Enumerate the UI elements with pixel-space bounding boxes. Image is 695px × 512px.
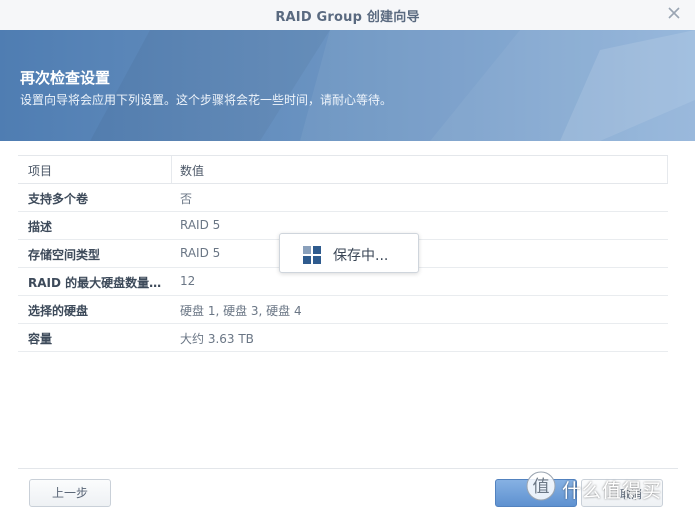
table-row[interactable]: 支持多个卷 否 bbox=[18, 184, 668, 212]
previous-button[interactable]: 上一步 bbox=[29, 479, 111, 507]
column-header-item[interactable]: 项目 bbox=[28, 162, 52, 179]
column-divider bbox=[667, 156, 668, 183]
saving-popup: 保存中... bbox=[279, 233, 419, 273]
table-row[interactable]: 容量 大约 3.63 TB bbox=[18, 324, 668, 352]
row-key: 选择的硬盘 bbox=[28, 304, 89, 318]
close-icon[interactable] bbox=[665, 4, 683, 22]
row-value: 大约 3.63 TB bbox=[180, 332, 254, 346]
row-value: RAID 5 bbox=[180, 218, 221, 232]
saving-text: 保存中... bbox=[333, 248, 389, 264]
row-key: 容量 bbox=[28, 332, 53, 346]
column-divider bbox=[171, 156, 172, 183]
row-key: 支持多个卷 bbox=[28, 192, 89, 206]
page-heading: 再次检查设置 bbox=[20, 69, 111, 87]
window-title: RAID Group 创建向导 bbox=[275, 10, 420, 25]
row-key: RAID 的最大硬盘数量… bbox=[28, 276, 162, 290]
watermark-logo-icon: 值 bbox=[526, 471, 556, 501]
row-value: 硬盘 1, 硬盘 3, 硬盘 4 bbox=[180, 304, 302, 318]
svg-text:值: 值 bbox=[533, 477, 550, 497]
table-header: 项目 数值 bbox=[18, 155, 668, 184]
row-key: 描述 bbox=[28, 220, 53, 234]
wizard-banner: 再次检查设置 设置向导将会应用下列设置。这个步骤将会花一些时间，请耐心等待。 bbox=[0, 30, 695, 141]
loading-icon bbox=[303, 246, 321, 264]
table-row[interactable]: 选择的硬盘 硬盘 1, 硬盘 3, 硬盘 4 bbox=[18, 296, 668, 324]
footer-divider bbox=[18, 468, 678, 469]
title-bar: RAID Group 创建向导 bbox=[0, 0, 695, 31]
watermark-text: 什么值得买 bbox=[562, 480, 663, 502]
row-key: 存储空间类型 bbox=[28, 248, 101, 262]
row-value: RAID 5 bbox=[180, 246, 221, 260]
row-value: 否 bbox=[180, 192, 193, 206]
page-subtitle: 设置向导将会应用下列设置。这个步骤将会花一些时间，请耐心等待。 bbox=[20, 93, 393, 107]
row-value: 12 bbox=[180, 274, 196, 288]
column-header-value[interactable]: 数值 bbox=[180, 162, 204, 179]
